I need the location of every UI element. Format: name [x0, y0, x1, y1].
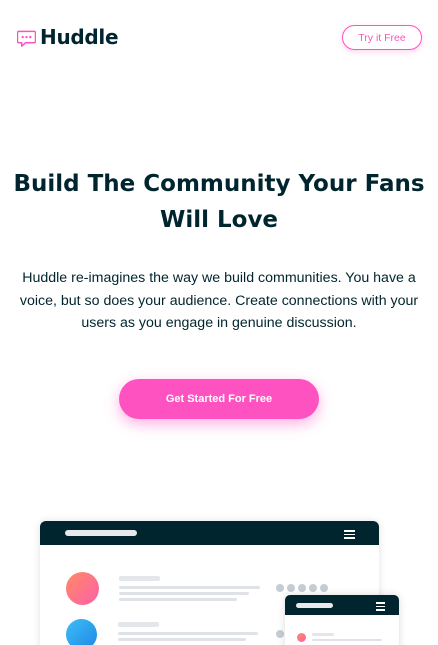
mockup-name-placeholder [119, 576, 160, 581]
get-started-button[interactable]: Get Started For Free [119, 379, 319, 419]
phone-mockup-title-placeholder [296, 603, 333, 608]
mockup-reaction-dot [309, 584, 317, 592]
mockup-text-placeholder [119, 598, 237, 601]
speech-bubble-icon [17, 30, 36, 47]
phone-mockup-avatar [297, 633, 306, 642]
mockup-avatar-orange [66, 572, 99, 605]
hero-title: Build The Community Your Fans Will Love [10, 166, 428, 238]
mockup-reaction-dot [287, 584, 295, 592]
mockup-text-placeholder [119, 586, 260, 589]
phone-mockup-name-placeholder [312, 633, 334, 636]
mockup-reaction-dot [298, 584, 306, 592]
logo[interactable]: Huddle [17, 24, 119, 50]
hamburger-menu-icon [376, 602, 385, 611]
mockup-text-placeholder [118, 638, 246, 641]
hero-title-line-2: Will Love [159, 207, 279, 233]
hamburger-menu-icon [344, 530, 355, 539]
mockup-title-placeholder [65, 530, 137, 536]
hero-title-line-1: Build The Community Your Fans [13, 171, 425, 197]
mockup-text-placeholder [118, 632, 258, 635]
mockup-reaction-dot [320, 584, 328, 592]
site-header: Huddle Try it Free [0, 0, 438, 75]
try-it-free-button[interactable]: Try it Free [342, 25, 422, 50]
mockup-reaction-dot [276, 630, 284, 638]
phone-mockup-text-placeholder [312, 639, 382, 641]
mockup-reaction-dot [276, 584, 284, 592]
logo-text: Huddle [40, 25, 119, 49]
illustration-phone-mockup [285, 595, 399, 645]
mockup-top-bar [40, 521, 379, 545]
mockup-name-placeholder [118, 622, 159, 627]
mockup-text-placeholder [119, 592, 249, 595]
mockup-avatar-blue [66, 619, 97, 645]
hero-description: Huddle re-imagines the way we build comm… [19, 270, 419, 332]
phone-mockup-top-bar [285, 595, 399, 615]
